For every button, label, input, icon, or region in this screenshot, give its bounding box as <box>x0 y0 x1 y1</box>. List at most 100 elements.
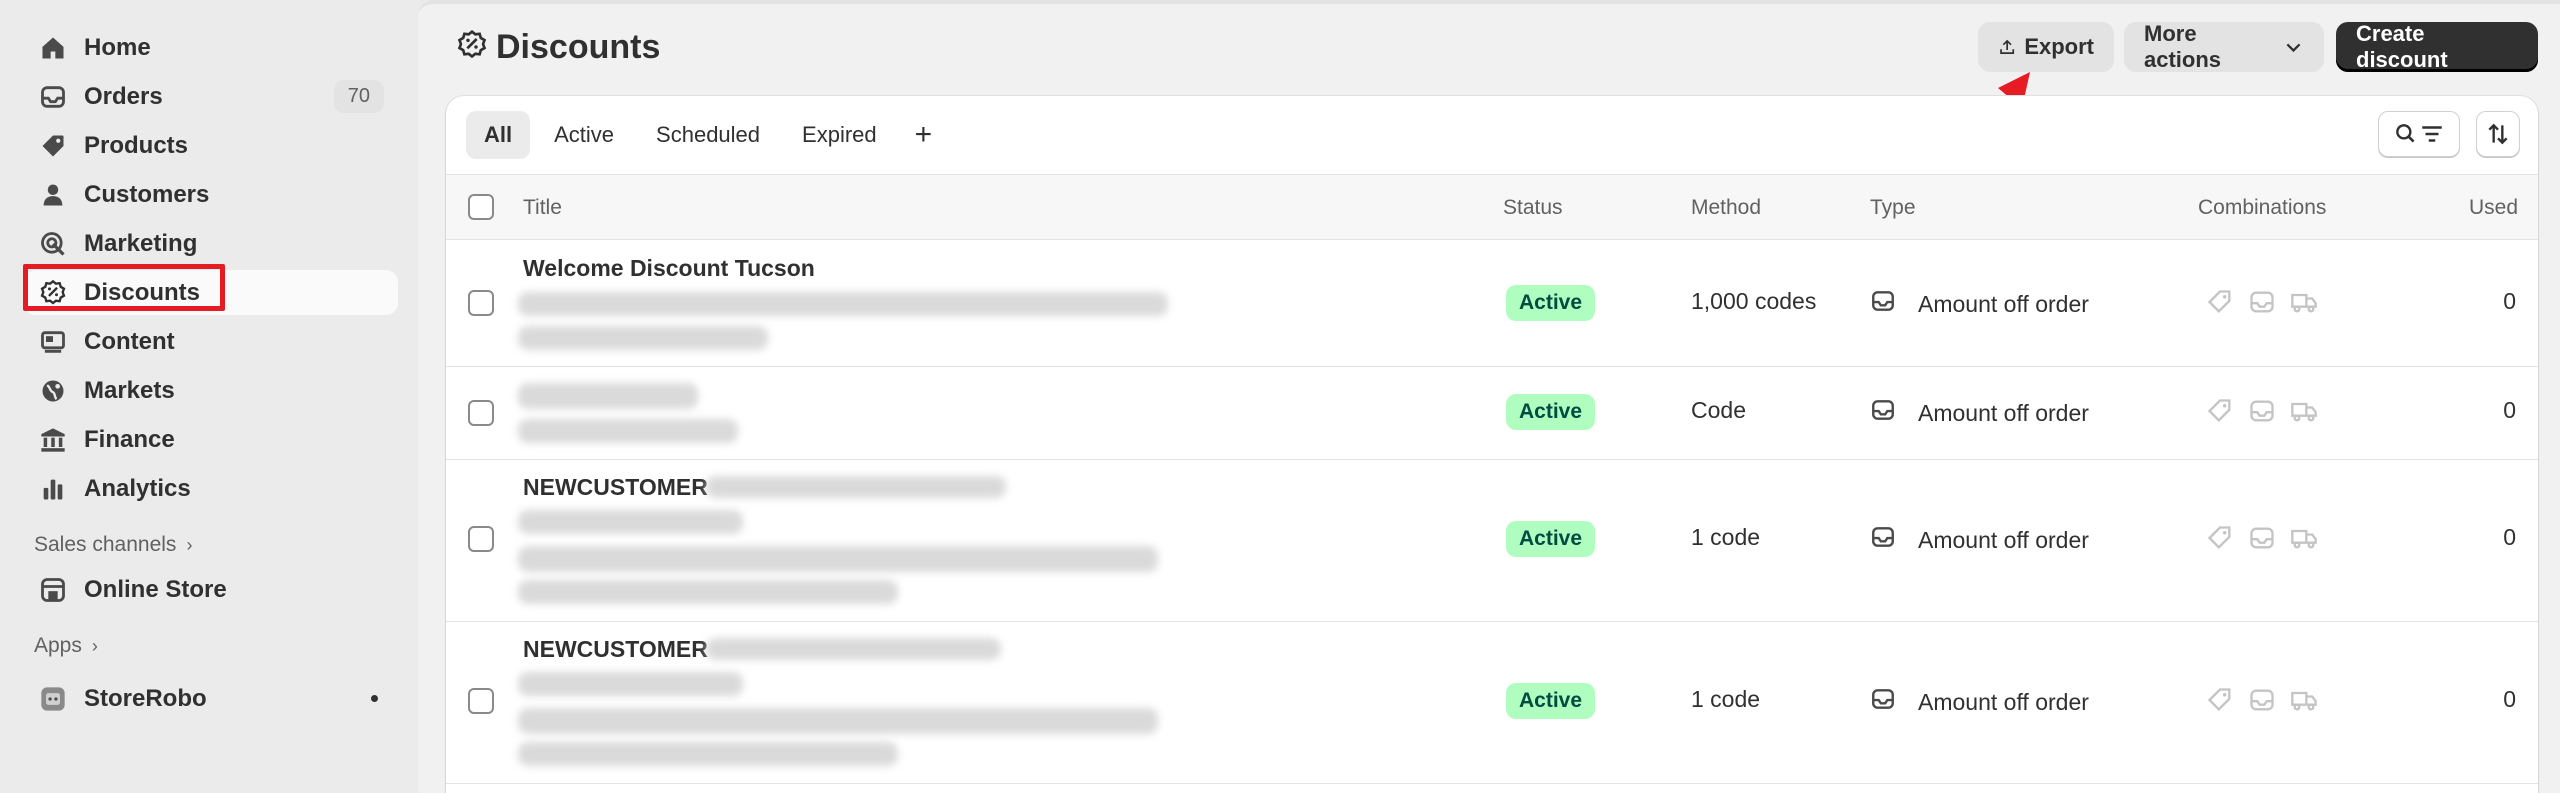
discount-title[interactable]: Welcome Discount Tucson <box>523 255 815 282</box>
sidebar-item-label: Customers <box>84 180 210 208</box>
create-discount-button[interactable]: Create discount <box>2336 21 2538 72</box>
row-checkbox[interactable] <box>468 400 494 426</box>
tab-scheduled[interactable]: Scheduled <box>638 111 778 159</box>
sidebar-item-label: Online Store <box>84 575 227 603</box>
export-button[interactable]: Export <box>1978 22 2114 72</box>
table-row[interactable]: NEWCUSTOMER Active 1 code Amount off ord… <box>446 622 2538 784</box>
page-title: Discounts <box>496 28 661 66</box>
sidebar-item-marketing[interactable]: Marketing <box>24 221 398 266</box>
sidebar-item-label: Finance <box>84 425 175 453</box>
apps-label: Apps <box>34 634 82 657</box>
sales-channels-heading[interactable]: Sales channels › <box>34 525 398 565</box>
redacted-title-suffix <box>706 638 1001 660</box>
method-text: 1,000 codes <box>1691 288 1817 314</box>
column-status[interactable]: Status <box>1503 175 1563 241</box>
status-badge: Active <box>1506 521 1596 557</box>
shipping-discount-icon <box>2291 529 2317 549</box>
table-row[interactable]: Active Code Amount off order 0 <box>446 367 2538 460</box>
column-used[interactable]: Used <box>2469 175 2518 241</box>
sort-button[interactable] <box>2476 111 2520 157</box>
redacted-summary <box>518 708 1158 734</box>
redacted-summary <box>518 672 743 696</box>
tab-expired[interactable]: Expired <box>784 111 895 159</box>
shipping-discount-icon <box>2291 293 2317 313</box>
sidebar: Home Orders 70 Products Customers Market… <box>0 0 418 793</box>
type-text: Amount off order <box>1918 688 2089 715</box>
column-title[interactable]: Title <box>523 175 562 241</box>
tab-all[interactable]: All <box>466 111 531 159</box>
sidebar-item-customers[interactable]: Customers <box>24 172 398 217</box>
product-discount-icon <box>2207 290 2231 313</box>
order-type-icon <box>1870 524 1918 556</box>
redacted-summary <box>518 419 738 443</box>
used-count: 0 <box>2503 288 2516 314</box>
redacted-summary <box>518 546 1158 572</box>
order-type-icon <box>1870 288 1918 320</box>
apps-heading[interactable]: Apps › <box>34 626 398 666</box>
sidebar-item-markets[interactable]: Markets <box>24 368 398 413</box>
shipping-discount-icon <box>2291 402 2317 422</box>
store-icon <box>38 575 68 605</box>
sidebar-item-content[interactable]: Content <box>24 319 398 364</box>
discounts-card: All Active Scheduled Expired + Title Sta… <box>446 96 2538 793</box>
used-count: 0 <box>2503 397 2516 423</box>
tag-icon <box>38 131 68 161</box>
sales-channels-label: Sales channels <box>34 533 177 556</box>
sidebar-item-orders[interactable]: Orders 70 <box>24 74 398 119</box>
sidebar-item-discounts[interactable]: Discounts <box>24 270 398 315</box>
row-checkbox[interactable] <box>468 526 494 552</box>
row-checkbox[interactable] <box>468 688 494 714</box>
sidebar-item-label: Discounts <box>84 278 201 306</box>
discount-title[interactable]: NEWCUSTOMER <box>523 474 708 501</box>
method-text: 1 code <box>1691 524 1761 550</box>
orders-icon <box>38 82 68 112</box>
order-discount-icon <box>2250 527 2274 549</box>
orders-count-badge: 70 <box>333 80 384 113</box>
used-count: 0 <box>2503 686 2516 712</box>
sidebar-item-label: Analytics <box>84 474 191 502</box>
column-type[interactable]: Type <box>1870 175 1916 241</box>
bank-icon <box>38 425 68 455</box>
storerobo-app-icon <box>38 684 68 714</box>
sidebar-item-label: Marketing <box>84 229 198 257</box>
table-row[interactable]: NEWCUSTOMER Active 1 code Amount off ord… <box>446 460 2538 622</box>
sidebar-item-storerobo[interactable]: StoreRobo <box>24 676 398 721</box>
sidebar-item-finance[interactable]: Finance <box>24 417 398 462</box>
add-view-icon[interactable]: + <box>901 118 947 152</box>
column-combinations[interactable]: Combinations <box>2198 175 2326 241</box>
chevron-down-icon <box>2286 43 2301 53</box>
sidebar-item-analytics[interactable]: Analytics <box>24 466 398 511</box>
redacted-summary <box>518 742 898 766</box>
table-row[interactable]: Welcome Discount Tucson Active 1,000 cod… <box>446 240 2538 367</box>
target-icon <box>38 229 68 259</box>
order-discount-icon <box>2250 400 2274 422</box>
redacted-summary <box>518 580 898 604</box>
row-checkbox[interactable] <box>468 290 494 316</box>
discount-icon <box>38 278 68 308</box>
search-filter-button[interactable] <box>2378 111 2460 157</box>
type-text: Amount off order <box>1918 290 2089 317</box>
sidebar-item-products[interactable]: Products <box>24 123 398 168</box>
order-discount-icon <box>2250 689 2274 711</box>
order-type-icon <box>1870 686 1918 718</box>
product-discount-icon <box>2207 399 2231 422</box>
order-discount-icon <box>2250 291 2274 313</box>
method-text: Code <box>1691 397 1746 423</box>
sidebar-item-online-store[interactable]: Online Store <box>24 567 398 612</box>
sidebar-item-label: Home <box>84 33 151 61</box>
sidebar-item-label: Markets <box>84 376 175 404</box>
home-icon <box>38 33 68 63</box>
redacted-summary <box>518 326 768 350</box>
tab-active[interactable]: Active <box>536 111 632 159</box>
redacted-summary <box>518 292 1168 316</box>
export-label: Export <box>2024 34 2094 59</box>
status-badge: Active <box>1506 683 1596 719</box>
more-actions-button[interactable]: More actions <box>2124 21 2324 72</box>
discount-title[interactable]: NEWCUSTOMER <box>523 636 708 663</box>
sidebar-item-home[interactable]: Home <box>24 25 398 70</box>
select-all-checkbox[interactable] <box>468 194 494 220</box>
person-icon <box>38 180 68 210</box>
chevron-right-icon: › <box>91 635 98 656</box>
order-type-icon <box>1870 397 1918 429</box>
column-method[interactable]: Method <box>1691 175 1761 241</box>
